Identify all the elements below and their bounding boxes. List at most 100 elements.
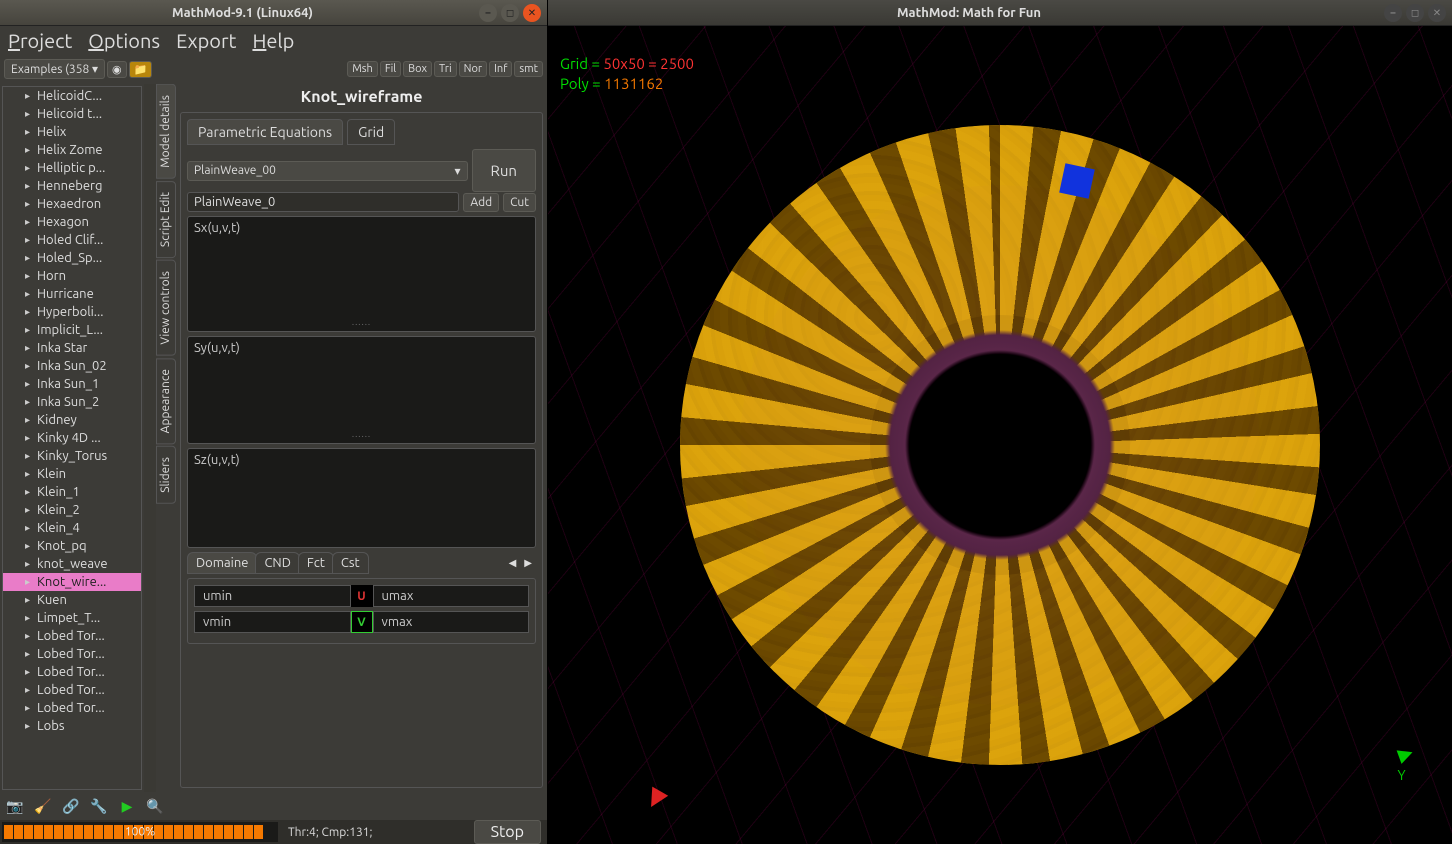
display-tri-button[interactable]: Tri: [434, 61, 457, 77]
domtab-cnd[interactable]: CND: [255, 552, 299, 574]
editor-panel: Knot_wireframe Parametric Equations Grid…: [176, 84, 547, 792]
tree-item[interactable]: Lobs: [3, 717, 141, 735]
cut-button[interactable]: Cut: [503, 193, 536, 212]
menu-export[interactable]: Export: [176, 29, 236, 52]
tree-item[interactable]: knot_weave: [3, 555, 141, 573]
tree-scrollbar[interactable]: [144, 84, 156, 792]
tree-item[interactable]: Lobed Tor...: [3, 627, 141, 645]
folder-button[interactable]: 📁: [129, 61, 153, 78]
sx-equation-box[interactable]: Sx(u,v,t)······: [187, 216, 536, 332]
refresh-button[interactable]: ◉: [107, 61, 127, 78]
display-nor-button[interactable]: Nor: [459, 61, 487, 77]
x-axis-arrow: [648, 786, 666, 814]
broom-icon[interactable]: 🧹: [34, 797, 52, 815]
menu-help[interactable]: Help: [252, 29, 294, 52]
tree-item[interactable]: Lobed Tor...: [3, 681, 141, 699]
tree-item[interactable]: Henneberg: [3, 177, 141, 195]
display-smt-button[interactable]: smt: [514, 61, 543, 77]
tree-item[interactable]: Hexagon: [3, 213, 141, 231]
tree-item[interactable]: Limpet_T...: [3, 609, 141, 627]
display-msh-button[interactable]: Msh: [347, 61, 378, 77]
tree-item[interactable]: Helliptic p...: [3, 159, 141, 177]
tree-item[interactable]: Inka Sun_02: [3, 357, 141, 375]
v-badge[interactable]: V: [351, 611, 373, 633]
axis-cube: [1059, 163, 1095, 199]
side-tab-script-edit[interactable]: Script Edit: [156, 181, 176, 258]
close-icon[interactable]: ✕: [523, 4, 541, 22]
tree-item[interactable]: Klein: [3, 465, 141, 483]
tree-item[interactable]: Kidney: [3, 411, 141, 429]
link-icon[interactable]: 🔗: [62, 797, 80, 815]
tree-item[interactable]: Inka Sun_1: [3, 375, 141, 393]
tree-item[interactable]: HelicoidC...: [3, 87, 141, 105]
tree-item[interactable]: Knot_pq: [3, 537, 141, 555]
tree-item[interactable]: Hexaedron: [3, 195, 141, 213]
status-bar: 100% Thr:4; Cmp:131; Stop: [0, 820, 547, 844]
tree-item[interactable]: Kinky 4D ...: [3, 429, 141, 447]
sy-equation-box[interactable]: Sy(u,v,t)······: [187, 336, 536, 444]
tree-item[interactable]: Helix Zome: [3, 141, 141, 159]
menu-options[interactable]: Options: [88, 29, 160, 52]
vmax-cell[interactable]: vmax: [373, 611, 530, 633]
tree-item[interactable]: Hurricane: [3, 285, 141, 303]
display-fil-button[interactable]: Fil: [380, 61, 401, 77]
side-tab-sliders[interactable]: Sliders: [156, 446, 176, 504]
tree-item[interactable]: Lobed Tor...: [3, 645, 141, 663]
examples-tree[interactable]: HelicoidC...Helicoid t...HelixHelix Zome…: [2, 86, 142, 790]
left-titlebar[interactable]: MathMod-9.1 (Linux64) – ◻ ✕: [0, 0, 547, 26]
vmin-cell[interactable]: vmin: [194, 611, 351, 633]
display-inf-button[interactable]: Inf: [489, 61, 512, 77]
tab-grid[interactable]: Grid: [347, 119, 395, 145]
domtab-fct[interactable]: Fct: [298, 552, 334, 574]
status-text: Thr:4; Cmp:131;: [280, 826, 468, 839]
tree-item[interactable]: Helix: [3, 123, 141, 141]
display-box-button[interactable]: Box: [403, 61, 432, 77]
umin-cell[interactable]: umin: [194, 585, 351, 607]
domtab-cst[interactable]: Cst: [332, 552, 369, 574]
zoom-icon[interactable]: 🔍: [146, 797, 164, 815]
close-icon[interactable]: ✕: [1428, 4, 1446, 22]
tree-item[interactable]: Klein_4: [3, 519, 141, 537]
wrench-icon[interactable]: 🔧: [90, 797, 108, 815]
domtab-scroll-right[interactable]: ▶: [520, 557, 536, 569]
tree-item[interactable]: Knot_wire...: [3, 573, 141, 591]
tree-item[interactable]: Lobed Tor...: [3, 663, 141, 681]
side-tab-model-details[interactable]: Model details: [156, 84, 176, 179]
component-dropdown[interactable]: PlainWeave_00▾: [187, 161, 468, 181]
maximize-icon[interactable]: ◻: [1406, 4, 1424, 22]
tab-parametric-equations[interactable]: Parametric Equations: [187, 119, 343, 145]
component-name-input[interactable]: [187, 192, 459, 212]
play-icon[interactable]: ▶: [118, 797, 136, 815]
tree-item[interactable]: Klein_1: [3, 483, 141, 501]
camera-icon[interactable]: 📷: [6, 797, 24, 815]
examples-dropdown[interactable]: Examples (358 ▾: [4, 59, 105, 79]
minimize-icon[interactable]: –: [1384, 4, 1402, 22]
tree-item[interactable]: Kinky_Torus: [3, 447, 141, 465]
domtab-domaine[interactable]: Domaine: [187, 552, 257, 574]
tree-item[interactable]: Helicoid t...: [3, 105, 141, 123]
domtab-scroll-left[interactable]: ◀: [505, 557, 521, 569]
umax-cell[interactable]: umax: [373, 585, 530, 607]
tree-item[interactable]: Holed Clif...: [3, 231, 141, 249]
sz-equation-box[interactable]: Sz(u,v,t): [187, 448, 536, 548]
tree-item[interactable]: Lobed Tor...: [3, 699, 141, 717]
tree-item[interactable]: Klein_2: [3, 501, 141, 519]
side-tab-view-controls[interactable]: View controls: [156, 260, 176, 356]
add-button[interactable]: Add: [463, 193, 499, 212]
maximize-icon[interactable]: ◻: [501, 4, 519, 22]
tree-item[interactable]: Implicit_L...: [3, 321, 141, 339]
side-tab-appearance[interactable]: Appearance: [156, 358, 176, 444]
stop-button[interactable]: Stop: [474, 820, 541, 844]
minimize-icon[interactable]: –: [479, 4, 497, 22]
tree-item[interactable]: Horn: [3, 267, 141, 285]
u-badge[interactable]: U: [351, 585, 373, 607]
run-button[interactable]: Run: [472, 149, 536, 192]
3d-viewport[interactable]: Y Grid = 50x50 = 2500 Poly = 1131162: [548, 26, 1452, 844]
tree-item[interactable]: Hyperboli...: [3, 303, 141, 321]
tree-item[interactable]: Inka Star: [3, 339, 141, 357]
right-titlebar[interactable]: MathMod: Math for Fun – ◻ ✕: [548, 0, 1452, 26]
tree-item[interactable]: Kuen: [3, 591, 141, 609]
menu-project[interactable]: Project: [8, 29, 72, 52]
tree-item[interactable]: Holed_Sp...: [3, 249, 141, 267]
tree-item[interactable]: Inka Sun_2: [3, 393, 141, 411]
